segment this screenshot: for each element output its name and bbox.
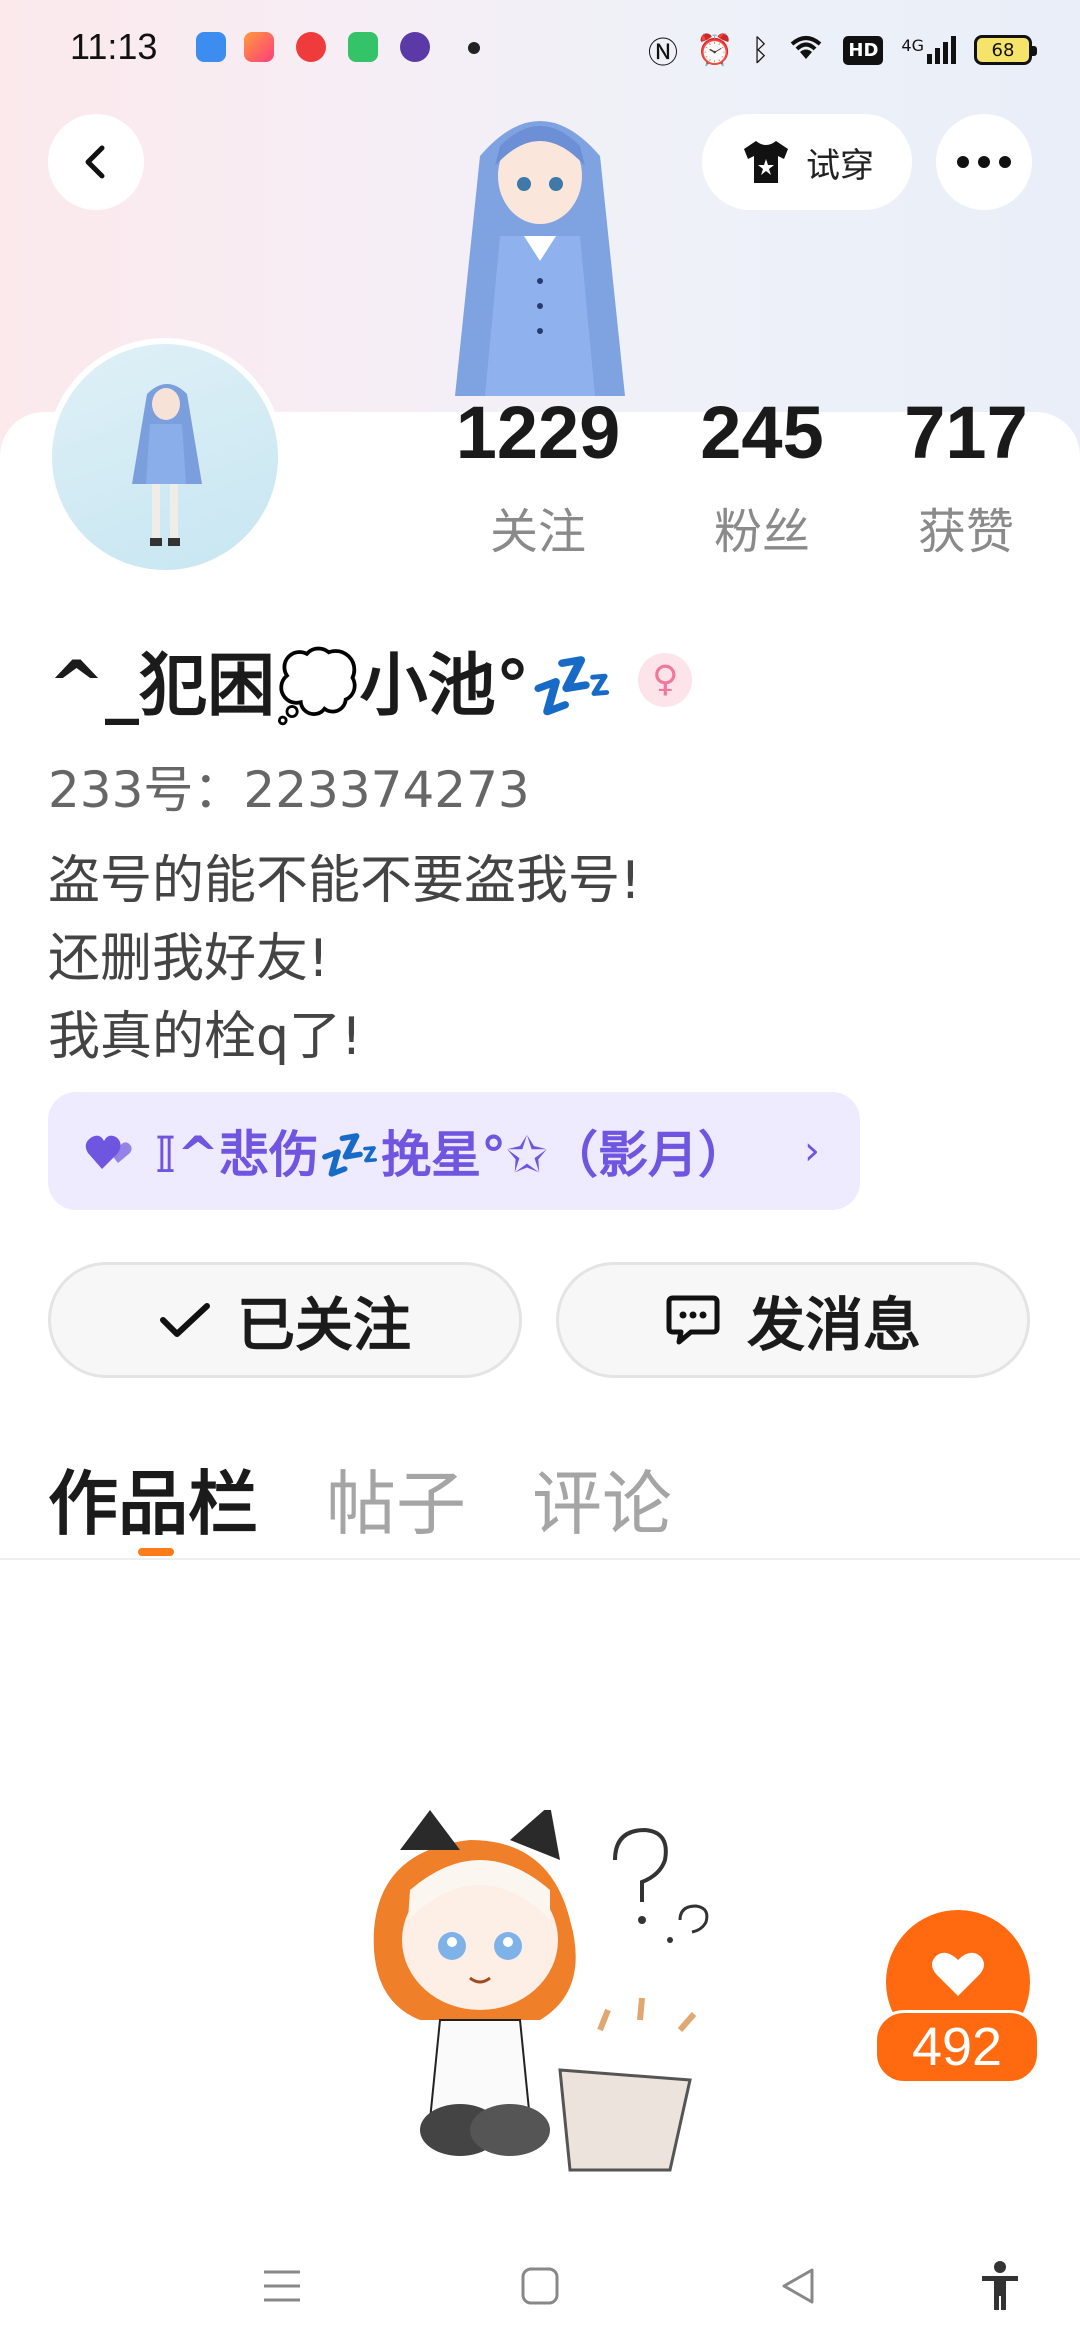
menu-nav-button[interactable] xyxy=(252,2256,312,2316)
app-notification-icon xyxy=(400,32,430,62)
avatar-image xyxy=(132,384,202,546)
wifi-icon xyxy=(787,31,825,69)
bio-line: 盗号的能不能不要盗我号! xyxy=(48,851,641,911)
double-heart-icon xyxy=(85,1135,132,1169)
chevron-left-icon xyxy=(85,145,105,179)
stat-following[interactable]: 1229 关注 xyxy=(452,396,624,562)
active-tab-indicator xyxy=(138,1548,174,1556)
status-time: 11:13 xyxy=(70,26,158,67)
bluetooth-icon: ᛒ xyxy=(751,32,770,68)
status-bar: 11:13 Ⓝ ⏰ ᛒ HD 4G 68 xyxy=(0,0,1080,96)
profile-bio: 盗号的能不能不要盗我号! 还删我好友! 我真的栓q了! xyxy=(48,842,641,1076)
send-message-label: 发消息 xyxy=(746,1291,921,1359)
hd-badge: HD xyxy=(843,35,884,65)
system-navigation-bar xyxy=(0,2236,1080,2340)
more-options-button[interactable] xyxy=(936,114,1032,210)
following-button-label: 已关注 xyxy=(236,1291,411,1359)
female-gender-icon: ♀ xyxy=(638,652,693,707)
try-on-label: 试穿 xyxy=(806,145,874,186)
tshirt-icon xyxy=(744,141,788,183)
more-notifications-dot xyxy=(468,42,480,54)
square-home-icon xyxy=(521,2267,559,2305)
avatar[interactable] xyxy=(46,338,284,576)
menu-icon xyxy=(264,2270,300,2302)
group-badge[interactable]: 𝕀^悲伤💤挽星°✩（影月） › xyxy=(48,1092,860,1210)
send-message-button[interactable]: 发消息 xyxy=(556,1262,1030,1378)
home-nav-button[interactable] xyxy=(510,2256,570,2316)
app-notification-icon xyxy=(296,32,326,62)
bio-line: 我真的栓q了! xyxy=(48,1007,362,1067)
likes-label: 获赞 xyxy=(917,504,1014,560)
try-on-button[interactable]: 试穿 xyxy=(702,114,912,210)
avatar-3d-figure xyxy=(455,121,625,396)
status-icons: Ⓝ ⏰ ᛒ HD 4G 68 xyxy=(648,28,1037,72)
more-dots-icon xyxy=(957,156,1011,168)
battery-icon: 68 xyxy=(974,35,1037,65)
back-button[interactable] xyxy=(48,114,144,210)
tab-comments[interactable]: 评论 xyxy=(532,1448,672,1549)
likes-count: 717 xyxy=(904,391,1028,474)
network-type: 4G xyxy=(901,36,924,55)
app-notification-icon xyxy=(348,32,378,62)
chevron-right-icon: › xyxy=(804,1128,820,1174)
following-count: 1229 xyxy=(455,391,621,474)
profile-username: ^_犯困💭小池°💤 ♀ xyxy=(48,630,693,729)
stat-followers[interactable]: 245 粉丝 xyxy=(690,396,834,562)
heart-icon xyxy=(932,1952,984,1996)
empty-state-illustration xyxy=(373,1810,709,2172)
group-name: 𝕀^悲伤💤挽星°✩（影月） xyxy=(154,1126,749,1184)
following-button[interactable]: 已关注 xyxy=(48,1262,522,1378)
back-nav-button[interactable] xyxy=(768,2256,828,2316)
tab-posts[interactable]: 帖子 xyxy=(326,1448,466,1549)
nfc-icon: Ⓝ xyxy=(648,36,679,71)
tabs-divider xyxy=(0,1558,1080,1560)
like-count: 492 xyxy=(874,2010,1040,2084)
accessibility-nav-button[interactable] xyxy=(970,2256,1030,2316)
user-id[interactable]: 233号：223374273 xyxy=(48,750,530,822)
accessibility-icon xyxy=(982,2261,1018,2310)
following-label: 关注 xyxy=(489,504,586,560)
username-text: ^_犯困💭小池°💤 xyxy=(48,647,615,726)
app-notification-icon xyxy=(244,32,274,62)
signal-icon: 4G xyxy=(901,36,956,64)
checkmark-icon xyxy=(159,1303,210,1337)
bio-line: 还删我好友! xyxy=(48,929,329,989)
like-button[interactable]: 492 xyxy=(874,1910,1040,2086)
tab-works[interactable]: 作品栏 xyxy=(48,1448,258,1549)
app-notification-icon xyxy=(196,32,226,62)
followers-label: 粉丝 xyxy=(713,504,810,560)
followers-count: 245 xyxy=(700,391,824,474)
stat-likes[interactable]: 717 获赞 xyxy=(898,396,1034,562)
triangle-back-icon xyxy=(782,2268,814,2304)
alarm-icon: ⏰ xyxy=(696,32,734,68)
chat-bubble-icon xyxy=(666,1295,720,1345)
